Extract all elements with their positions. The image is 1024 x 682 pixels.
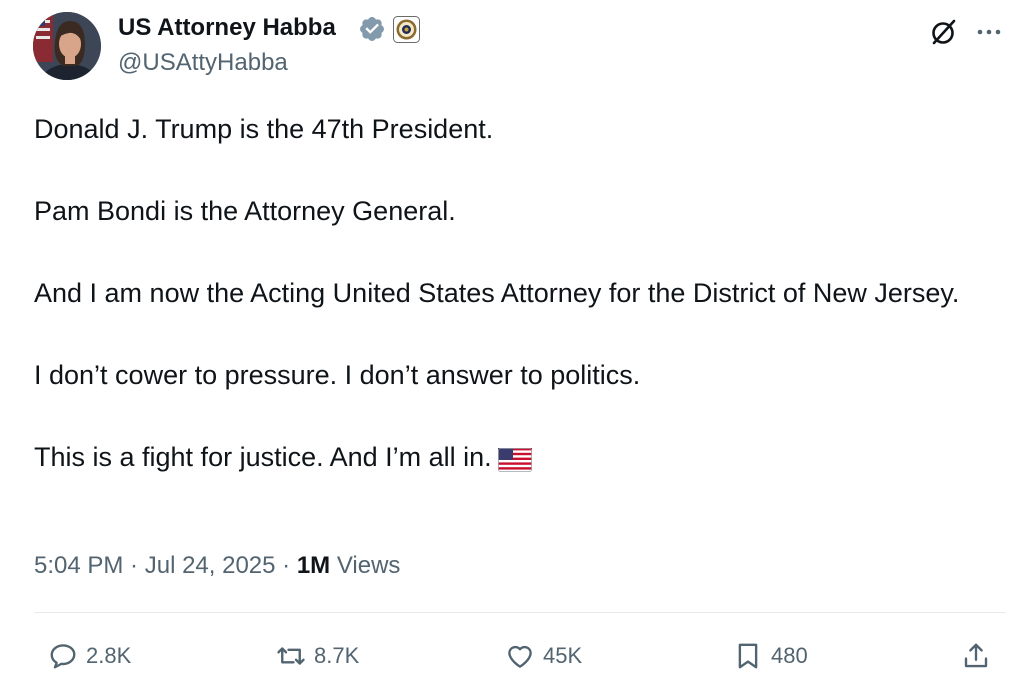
divider — [34, 612, 1006, 613]
views-label: Views — [336, 552, 401, 579]
doj-seal-icon[interactable] — [393, 16, 420, 43]
share-icon — [964, 643, 988, 668]
post-date[interactable]: Jul 24, 2025 — [145, 552, 276, 579]
author-handle[interactable]: @USAttyHabba — [118, 49, 288, 77]
post-time[interactable]: 5:04 PM — [34, 552, 123, 579]
reply-count: 2.8K — [86, 643, 132, 668]
post-paragraph: And I am now the Acting United States At… — [34, 278, 960, 308]
avatar[interactable] — [33, 12, 101, 80]
views-count: 1M — [296, 552, 331, 579]
post-paragraph: Donald J. Trump is the 47th President. — [34, 114, 494, 144]
display-name[interactable]: US Attorney Habba — [118, 14, 336, 42]
meta-separator: · — [123, 552, 145, 579]
bookmark-count: 480 — [771, 643, 808, 668]
post-text: Donald J. Trump is the 47th President. P… — [34, 109, 994, 478]
repost-button[interactable]: 8.7K — [276, 636, 359, 676]
post-paragraph: I don’t cower to pressure. I don’t answe… — [34, 360, 641, 390]
post-paragraph-text: This is a fight for justice. And I’m all… — [34, 442, 492, 472]
reply-icon — [50, 644, 76, 669]
heart-icon — [508, 645, 532, 668]
repost-icon — [277, 647, 305, 665]
us-flag-icon — [497, 448, 532, 472]
post-meta: 5:04 PM · Jul 24, 2025 · 1M Views — [34, 550, 400, 582]
like-count: 45K — [543, 643, 583, 668]
more-icon[interactable] — [975, 18, 1003, 46]
meta-separator: · — [275, 552, 297, 579]
post-paragraph-last: This is a fight for justice. And I’m all… — [34, 437, 994, 478]
post-paragraph: Pam Bondi is the Attorney General. — [34, 196, 456, 226]
repost-count: 8.7K — [314, 643, 360, 668]
share-button[interactable] — [961, 636, 991, 676]
verified-badge-icon[interactable] — [358, 15, 386, 43]
like-button[interactable]: 45K — [505, 636, 582, 676]
grok-icon[interactable] — [928, 16, 960, 48]
reply-button[interactable]: 2.8K — [48, 636, 131, 676]
bookmark-button[interactable]: 480 — [733, 636, 808, 676]
bookmark-icon — [738, 643, 758, 669]
